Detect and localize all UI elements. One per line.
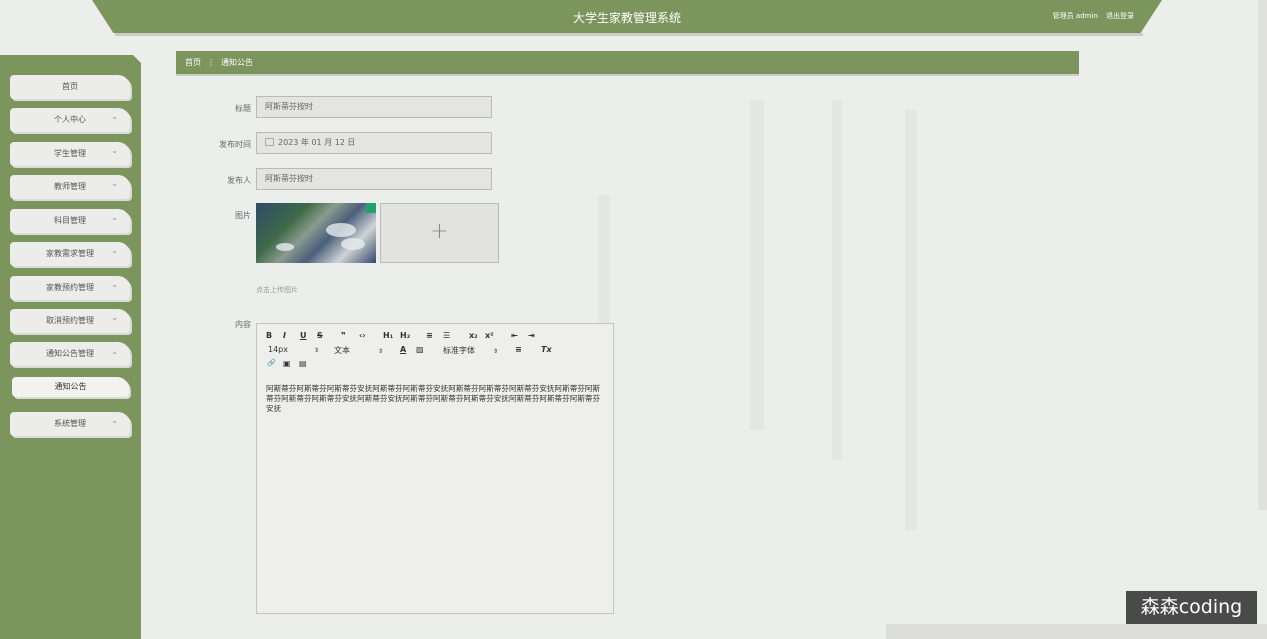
align-button[interactable]: ≡ — [515, 345, 522, 354]
watermark: 森森coding — [1126, 591, 1257, 624]
background-color-button[interactable]: ▨ — [416, 345, 424, 354]
sidebar-item-students[interactable]: 学生管理 ⌄ — [10, 142, 130, 166]
user-area: 管理员 admin 退出登录 — [1047, 11, 1134, 21]
chevron-down-icon: ⌄ — [111, 112, 118, 121]
image-badge — [366, 203, 376, 213]
app-title: 大学生家教管理系统 — [572, 11, 681, 25]
text-style-select[interactable]: 文本 ⇕ — [334, 345, 383, 356]
chevron-down-icon: ⌄ — [111, 213, 118, 222]
h2-button[interactable]: H₂ — [400, 331, 410, 340]
chevron-down-icon: ⌄ — [111, 146, 118, 155]
sidebar-item-notices[interactable]: 通知公告管理 ⌃ — [10, 342, 130, 366]
sidebar-item-bookings[interactable]: 家教预约管理 ⌄ — [10, 276, 130, 300]
clear-format-button[interactable]: Tx — [541, 345, 552, 354]
bullet-list-button[interactable]: ☰ — [443, 331, 450, 340]
header-underline — [115, 33, 1143, 36]
font-family-select[interactable]: 标准字体 ⇕ — [443, 345, 498, 356]
chevron-down-icon: ⌄ — [111, 179, 118, 188]
blockquote-button[interactable]: ❞ — [341, 331, 346, 340]
video-icon[interactable]: ▤ — [299, 359, 307, 368]
admin-role-label: 管理员 admin — [1052, 12, 1098, 20]
logout-link[interactable]: 退出登录 — [1106, 12, 1134, 20]
title-label: 标题 — [235, 104, 251, 113]
ordered-list-button[interactable]: ≡ — [426, 331, 433, 340]
code-button[interactable]: ‹› — [359, 331, 366, 340]
bottom-band — [886, 624, 1267, 639]
title-field[interactable]: 阿斯蒂芬按时 — [256, 96, 492, 118]
link-icon[interactable]: 🔗 — [267, 359, 276, 367]
page-scrollbar[interactable] — [1258, 0, 1267, 510]
upload-hint: 点击上传图片 — [256, 286, 298, 294]
uploaded-image[interactable] — [256, 203, 376, 263]
image-icon[interactable]: ▣ — [283, 359, 291, 368]
sidebar-item-profile[interactable]: 个人中心 ⌄ — [10, 108, 130, 132]
font-size-select[interactable]: 14px ⇕ — [268, 345, 319, 354]
indent-button[interactable]: ⇥ — [528, 331, 535, 340]
outdent-button[interactable]: ⇤ — [511, 331, 518, 340]
publish-date-field[interactable]: 2023 年 01 月 12 日 — [256, 132, 492, 154]
sidebar-item-subjects[interactable]: 科目管理 ⌄ — [10, 209, 130, 233]
breadcrumb-current: 通知公告 — [221, 58, 253, 67]
publisher-field[interactable]: 阿斯蒂芬按时 — [256, 168, 492, 190]
strike-button[interactable]: S — [317, 331, 323, 340]
chevron-down-icon: ⌄ — [111, 246, 118, 255]
editor-content[interactable]: 阿斯蒂芬阿斯蒂芬阿斯蒂芬安抚阿斯蒂芬阿斯蒂芬安抚阿斯蒂芬阿斯蒂芬阿斯蒂芬安抚阿斯… — [266, 384, 601, 414]
font-color-button[interactable]: A — [400, 345, 406, 354]
underline-button[interactable]: U — [300, 331, 307, 340]
publish-date-label: 发布时间 — [219, 140, 251, 149]
chevron-down-icon: ⌄ — [111, 416, 118, 425]
bold-button[interactable]: B — [266, 331, 272, 340]
upload-button[interactable]: + — [380, 203, 499, 263]
chevron-down-icon: ⌄ — [111, 313, 118, 322]
chevron-down-icon: ⌄ — [111, 280, 118, 289]
sidebar-item-tutor-needs[interactable]: 家教需求管理 ⌄ — [10, 242, 130, 266]
sidebar-item-home[interactable]: 首页 — [10, 75, 130, 99]
sidebar-item-system[interactable]: 系统管理 ⌄ — [10, 412, 130, 436]
breadcrumb-home[interactable]: 首页 — [185, 58, 201, 67]
italic-button[interactable]: I — [283, 331, 286, 340]
superscript-button[interactable]: x² — [485, 331, 494, 340]
content-label: 内容 — [235, 320, 251, 329]
rich-text-editor[interactable]: B I U S ❞ ‹› H₁ H₂ ≡ ☰ x₂ x² ⇤ ⇥ 14px ⇕ 文… — [256, 323, 614, 614]
sidebar-subitem-notice[interactable]: 通知公告 — [12, 377, 129, 397]
publisher-label: 发布人 — [227, 176, 251, 185]
breadcrumb-underline — [176, 74, 1079, 76]
subscript-button[interactable]: x₂ — [469, 331, 478, 340]
breadcrumb: 首页 ⋮ 通知公告 — [176, 51, 1079, 74]
calendar-icon — [265, 138, 274, 146]
sidebar-item-cancellations[interactable]: 取消预约管理 ⌄ — [10, 309, 130, 333]
h1-button[interactable]: H₁ — [383, 331, 393, 340]
breadcrumb-separator: ⋮ — [207, 58, 215, 67]
chevron-up-icon: ⌃ — [111, 351, 118, 360]
sidebar-item-teachers[interactable]: 教师管理 ⌄ — [10, 175, 130, 199]
top-header: 大学生家教管理系统 管理员 admin 退出登录 — [92, 0, 1162, 33]
image-label: 图片 — [235, 211, 251, 220]
